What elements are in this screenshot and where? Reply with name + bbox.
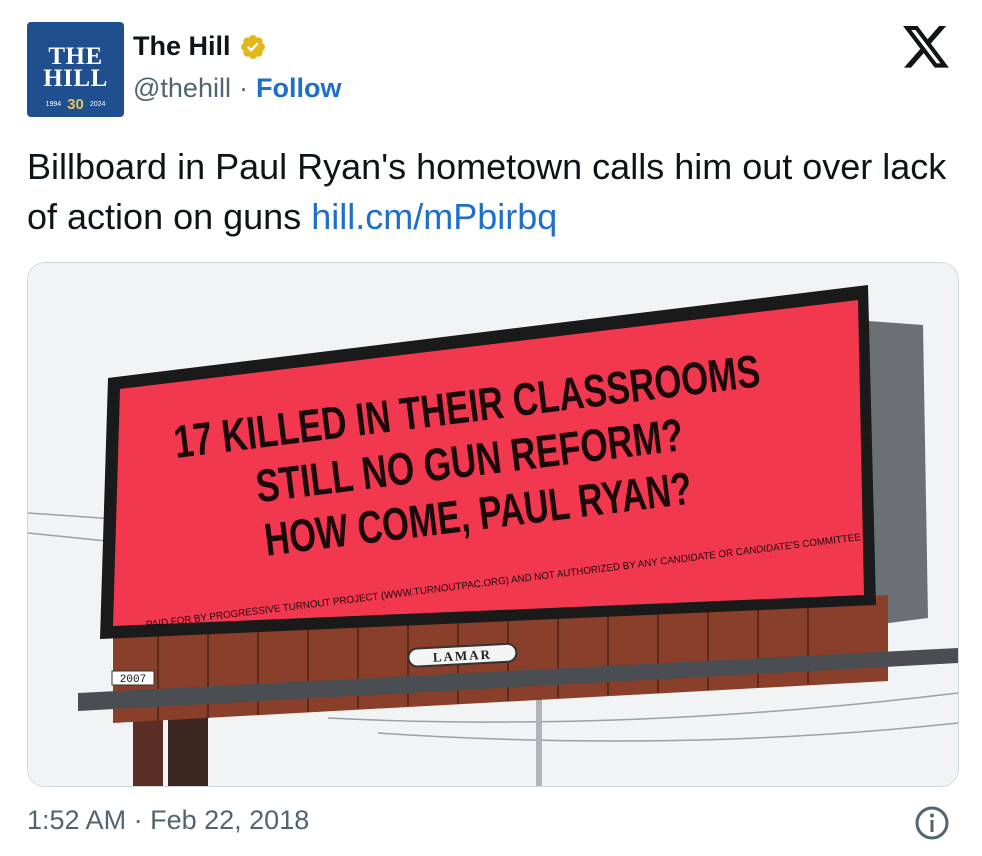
tweet-card: THE HILL 1994 30 2024 The Hill @thehill …: [0, 0, 982, 856]
author-name-row: The Hill: [133, 31, 267, 62]
avatar-year-end: 2024: [89, 101, 106, 108]
x-logo-icon[interactable]: [903, 26, 949, 68]
tweet-media-image[interactable]: 17 KILLED IN THEIR CLASSROOMS STILL NO G…: [27, 262, 959, 787]
avatar-anniversary-number: 30: [67, 96, 84, 113]
tweet-timestamp[interactable]: 1:52 AM · Feb 22, 2018: [27, 805, 309, 836]
author-avatar[interactable]: THE HILL 1994 30 2024: [27, 22, 124, 117]
billboard-number: 2007: [120, 674, 146, 686]
tweet-date: Feb 22, 2018: [150, 805, 310, 835]
info-icon[interactable]: [914, 805, 950, 841]
tweet-time: 1:52 AM: [27, 805, 127, 835]
billboard-brand: LAMAR: [433, 647, 493, 665]
avatar-year-start: 1994: [45, 101, 62, 108]
billboard-illustration: 17 KILLED IN THEIR CLASSROOMS STILL NO G…: [28, 263, 958, 786]
avatar-anniversary: 1994 30 2024: [27, 96, 124, 113]
avatar-logo-line2: HILL: [43, 65, 108, 92]
verified-badge-icon: [240, 34, 265, 59]
author-handle-row: @thehill · Follow: [133, 73, 341, 104]
handle-separator: ·: [238, 73, 248, 103]
follow-button[interactable]: Follow: [256, 73, 341, 104]
tweet-text: Billboard in Paul Ryan's hometown calls …: [27, 142, 957, 242]
billboard-back: [868, 321, 928, 625]
tweet-link[interactable]: hill.cm/mPbirbq: [311, 196, 557, 237]
timestamp-separator: ·: [133, 805, 143, 835]
author-handle[interactable]: @thehill: [133, 73, 231, 104]
author-display-name[interactable]: The Hill: [133, 31, 231, 62]
